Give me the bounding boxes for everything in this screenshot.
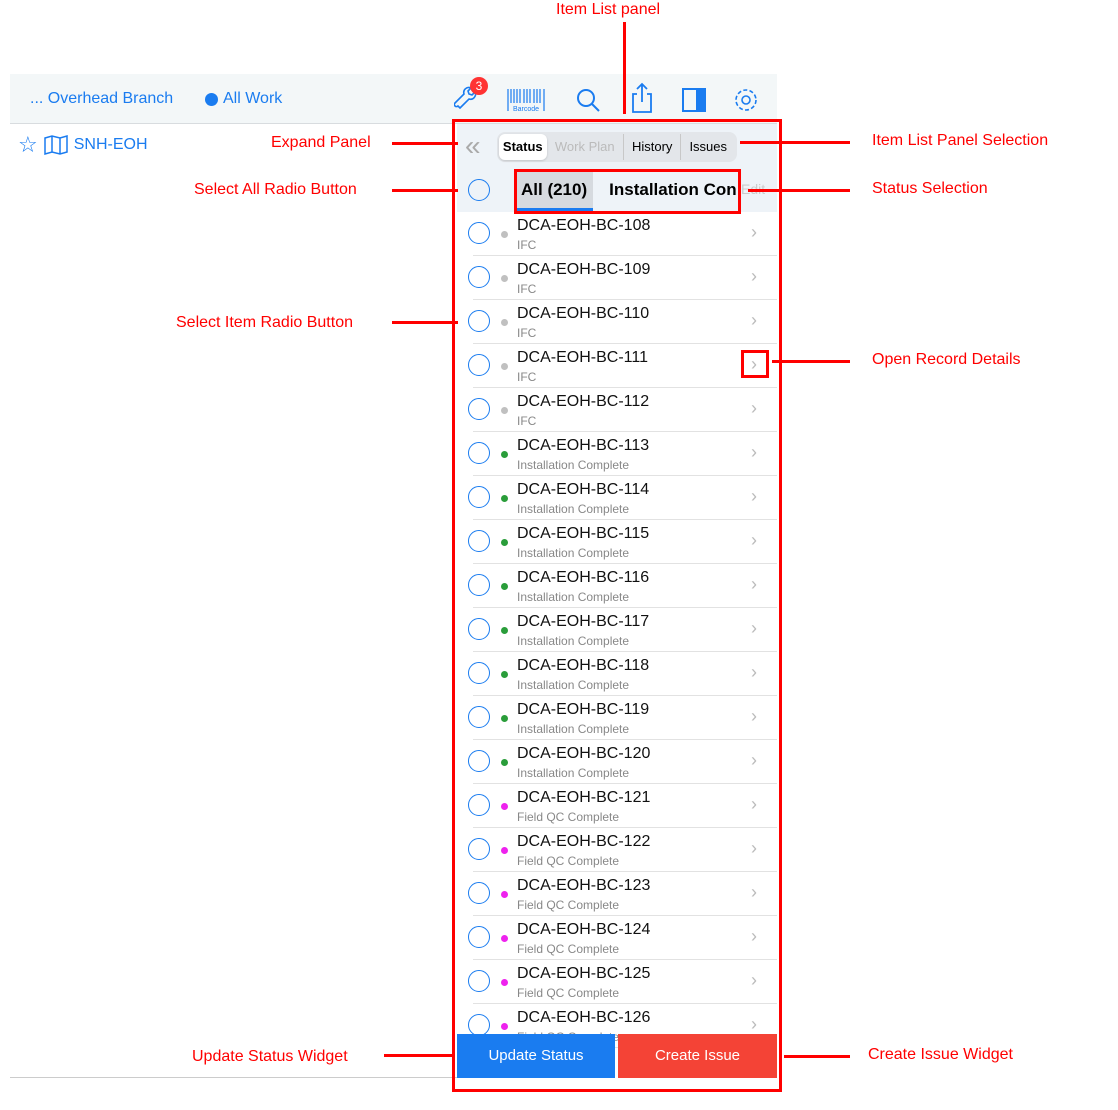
annotation-item-list-panel: Item List panel [556,1,661,18]
notification-badge: 3 [470,77,488,95]
annotation-update-widget: Update Status Widget [192,1048,348,1065]
annotation-status-box [514,169,741,214]
share-icon[interactable] [628,82,656,114]
annotation-panel-box [452,119,782,1092]
divider [10,1077,457,1078]
annotation-arrow [384,1054,454,1057]
map-icon[interactable] [43,135,68,155]
annotation-arrow [772,360,850,363]
annotation-arrow [392,189,458,192]
filter-label: All Work [223,90,283,107]
annotation-panel-selection: Item List Panel Selection [872,132,1049,149]
annotation-select-item: Select Item Radio Button [176,314,353,331]
annotation-arrow [784,1055,850,1058]
filter-dot-icon [205,92,218,106]
annotation-arrow [740,141,850,144]
annotation-select-all: Select All Radio Button [194,181,357,198]
annotation-details-box [741,350,769,378]
project-item[interactable]: ☆ SNH-EOH [18,132,148,158]
breadcrumb[interactable]: ... Overhead Branch [30,90,173,108]
svg-text:Barcode: Barcode [513,106,539,113]
annotation-arrow [748,189,850,192]
project-label: SNH-EOH [73,136,148,153]
all-work-filter[interactable]: All Work [205,90,282,108]
annotation-open-details: Open Record Details [872,351,1021,368]
annotation-expand-panel: Expand Panel [271,134,371,151]
star-icon[interactable]: ☆ [18,132,38,158]
sidebar-toggle-icon[interactable] [680,86,708,114]
top-toolbar: ... Overhead Branch All Work Barcode [10,74,777,124]
gear-icon[interactable] [732,86,760,114]
annotation-arrow [392,142,458,145]
annotation-arrow [392,321,458,324]
annotation-status-selection: Status Selection [872,180,988,197]
barcode-icon[interactable]: Barcode [506,86,546,114]
annotation-arrow [623,22,626,114]
annotation-create-widget: Create Issue Widget [868,1046,1013,1063]
search-icon[interactable] [574,86,602,114]
